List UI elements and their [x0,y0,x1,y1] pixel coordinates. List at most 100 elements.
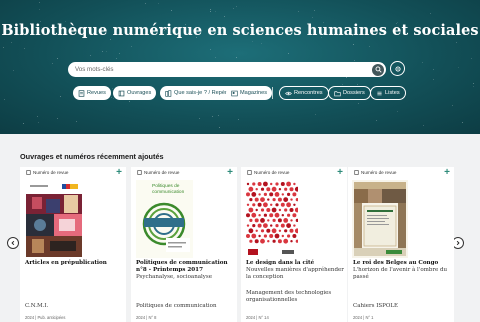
magazine-icon [231,90,238,97]
background-star [462,122,463,123]
background-star [346,77,347,78]
background-star [215,11,216,12]
background-star [210,9,211,10]
background-star [353,44,354,45]
chevron-right-icon [456,240,460,246]
background-star [199,118,200,119]
background-star [342,84,343,85]
chip-label: Ouvrages [127,90,152,96]
background-star [312,17,313,18]
background-star [397,111,398,112]
background-star [110,39,111,40]
background-star [106,51,107,52]
journal-icon [137,170,142,175]
publication-card[interactable]: Numéro de revue + Articles en prépublica… [20,167,126,322]
background-star [57,118,58,119]
background-star [458,67,459,68]
journal-icon [354,170,359,175]
background-star [219,127,220,128]
chip-listes[interactable]: Listes [370,86,406,100]
cover-image[interactable]: Politiques de communication [136,180,193,258]
card-type-tag: Numéro de revue [26,170,69,175]
background-star [298,11,299,12]
card-type-label: Numéro de revue [361,170,397,175]
card-publication: C.N.M.I. [25,303,49,309]
background-star [376,120,377,121]
background-star [23,123,24,124]
background-star [52,63,53,64]
cover-image[interactable] [352,180,408,258]
chip-magazines[interactable]: Magazines [226,86,273,100]
book-stack-icon [165,89,172,97]
background-star [471,58,472,59]
background-star [119,53,120,54]
background-star [39,2,40,3]
chip-label: Que sais-je ? / Repères [174,90,233,96]
background-star [57,58,58,59]
card-publication: Politiques de communication [136,303,217,309]
category-chips: Revues Ouvrages Que sais-je ? / Repères … [0,86,480,101]
card-meta: 2024 | Pub. anticipées [25,315,66,320]
background-star [171,10,172,11]
search-settings-button[interactable] [390,61,405,76]
section-title: Ouvrages et numéros récemment ajoutés [20,152,164,161]
background-star [261,43,262,44]
background-star [423,125,424,126]
book-icon [118,90,125,97]
page-title: Bibliothèque numérique en sciences humai… [1,22,479,39]
chip-label: Rencontres [294,90,323,96]
background-star [433,69,434,70]
chip-dossiers[interactable]: Dossiers [328,86,371,100]
carousel-prev-button[interactable] [7,237,19,249]
background-star [224,16,225,17]
background-star [129,101,130,102]
card-title[interactable]: Articles en prépublication [25,260,123,267]
cover-image[interactable] [26,181,82,257]
card-type-label: Numéro de revue [33,170,69,175]
cover-image[interactable] [244,180,298,258]
background-star [102,51,103,52]
background-star [233,8,234,9]
chip-divider [272,87,273,99]
chip-ouvrages[interactable]: Ouvrages [113,86,157,100]
background-star [90,55,91,56]
chip-revues[interactable]: Revues [73,86,111,100]
background-star [433,79,434,80]
background-star [473,83,474,84]
list-icon [376,90,383,97]
add-to-list-button[interactable]: + [227,168,233,178]
search-input[interactable] [68,66,368,73]
add-to-list-button[interactable]: + [444,168,450,178]
add-to-list-button[interactable]: + [337,168,343,178]
background-star [215,57,216,58]
journal-icon [78,89,85,97]
publication-card[interactable]: Numéro de revue + Le design dans la cité… [241,167,347,322]
card-title[interactable]: Le roi des Belges au Congo [353,260,451,267]
card-type-label: Numéro de revue [254,170,290,175]
background-star [252,41,253,42]
chip-rencontres[interactable]: Rencontres [279,86,329,100]
background-star [430,13,431,14]
publication-card[interactable]: Numéro de revue + Politiques de communic… [131,167,237,322]
card-subtitle: Nouvelles manières d'appréhender la conc… [246,267,344,280]
folder-icon [334,90,341,97]
card-subtitle: Psychanalyse, socioanalyse [136,274,212,280]
background-star [76,121,77,122]
card-publication: Management des technologies organisation… [246,290,332,303]
journal-icon [26,170,31,175]
background-star [11,42,12,43]
card-title[interactable]: Le design dans la cité [246,260,344,267]
background-star [357,84,358,85]
background-star [369,46,370,47]
card-publication: Cahiers ISPOLE [353,303,399,309]
publication-card[interactable]: Numéro de revue + Le roi des Belges au C… [348,167,454,322]
background-star [3,47,4,48]
card-type-tag: Numéro de revue [354,170,397,175]
background-star [422,62,423,63]
card-subtitle: L'horizon de l'avenir à l'ombre du passé [353,267,448,280]
search-button[interactable] [372,63,384,76]
add-to-list-button[interactable]: + [116,168,122,178]
card-meta: 2024 | N° 8 [136,315,157,320]
card-title[interactable]: Politiques de communication n°8 - Printe… [136,260,234,274]
background-star [38,122,39,123]
